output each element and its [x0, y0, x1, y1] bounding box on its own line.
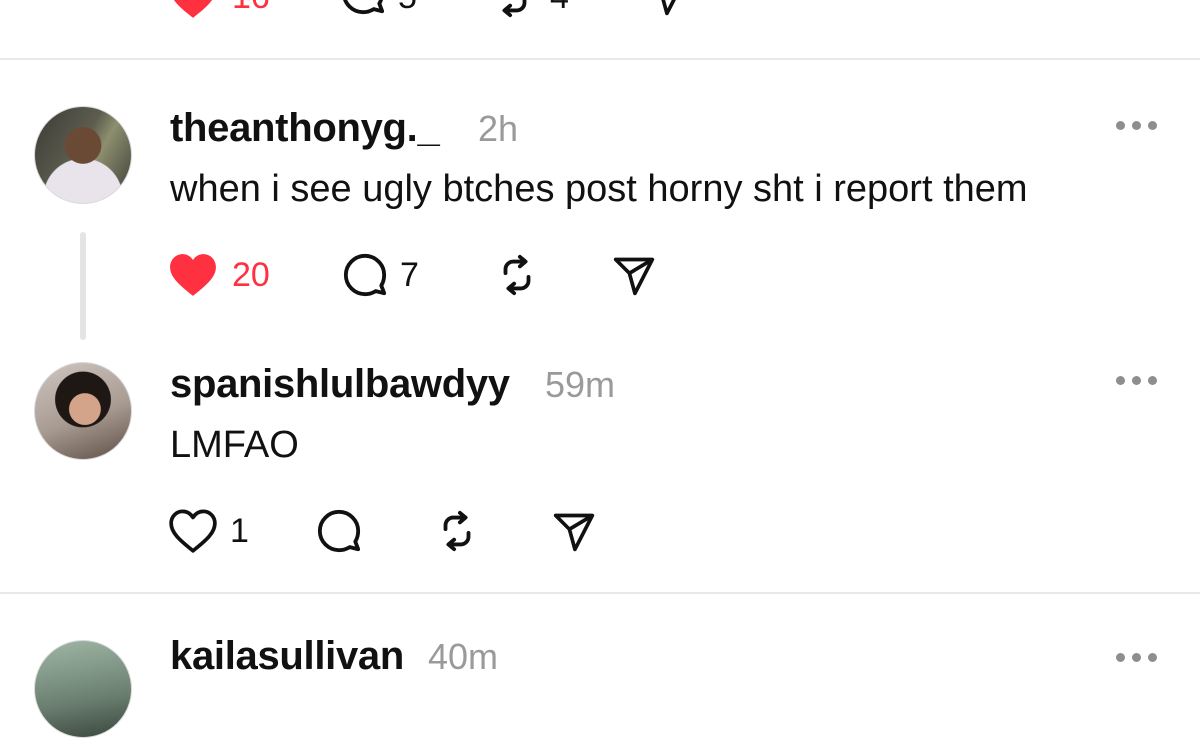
post-text: when i see ugly btches post horny sht i … — [170, 168, 1028, 210]
like-count: 20 — [232, 256, 270, 294]
post-time: 40m — [428, 636, 499, 677]
thread-line — [80, 232, 86, 340]
more-dots-icon[interactable] — [1116, 375, 1160, 387]
send-icon — [661, 0, 676, 16]
repost-count: 4 — [550, 0, 569, 17]
repost-icon — [502, 0, 527, 18]
reply-count: 5 — [398, 0, 417, 17]
username[interactable]: theanthonyg._ — [170, 106, 440, 151]
like-button[interactable] — [168, 508, 218, 554]
share-button[interactable] — [612, 254, 656, 298]
post-time: 2h — [478, 108, 519, 149]
reply-button[interactable] — [340, 0, 386, 16]
repost-icon — [503, 254, 531, 296]
heart-icon — [169, 509, 217, 553]
heart-icon — [170, 254, 216, 296]
reply-button[interactable] — [342, 252, 388, 298]
repost-button[interactable] — [490, 0, 536, 20]
username[interactable]: kailasullivan — [170, 634, 404, 679]
share-button[interactable] — [552, 510, 596, 554]
reply-count: 7 — [400, 256, 419, 294]
post-text: LMFAO — [170, 424, 299, 466]
send-icon — [613, 257, 655, 296]
send-icon — [553, 513, 595, 552]
post-divider — [0, 592, 1200, 594]
more-dots-icon[interactable] — [1116, 652, 1160, 664]
avatar[interactable] — [34, 106, 132, 204]
repost-button[interactable] — [494, 252, 540, 298]
comment-icon — [343, 253, 387, 297]
username[interactable]: spanishlulbawdyy — [170, 362, 510, 407]
heart-icon — [173, 0, 213, 18]
avatar[interactable] — [34, 640, 132, 738]
comment-icon — [343, 0, 385, 15]
share-button[interactable] — [644, 0, 688, 18]
avatar[interactable] — [34, 362, 132, 460]
like-button[interactable] — [168, 0, 218, 20]
like-button[interactable] — [168, 252, 218, 298]
like-count: 1 — [230, 512, 249, 550]
repost-button[interactable] — [434, 508, 480, 554]
comment-icon — [317, 509, 361, 553]
reply-button[interactable] — [316, 508, 362, 554]
more-dots-icon[interactable] — [1116, 120, 1160, 132]
repost-icon — [443, 510, 471, 552]
post-time: 59m — [545, 364, 616, 405]
like-count: 16 — [232, 0, 270, 17]
post-divider — [0, 58, 1200, 60]
